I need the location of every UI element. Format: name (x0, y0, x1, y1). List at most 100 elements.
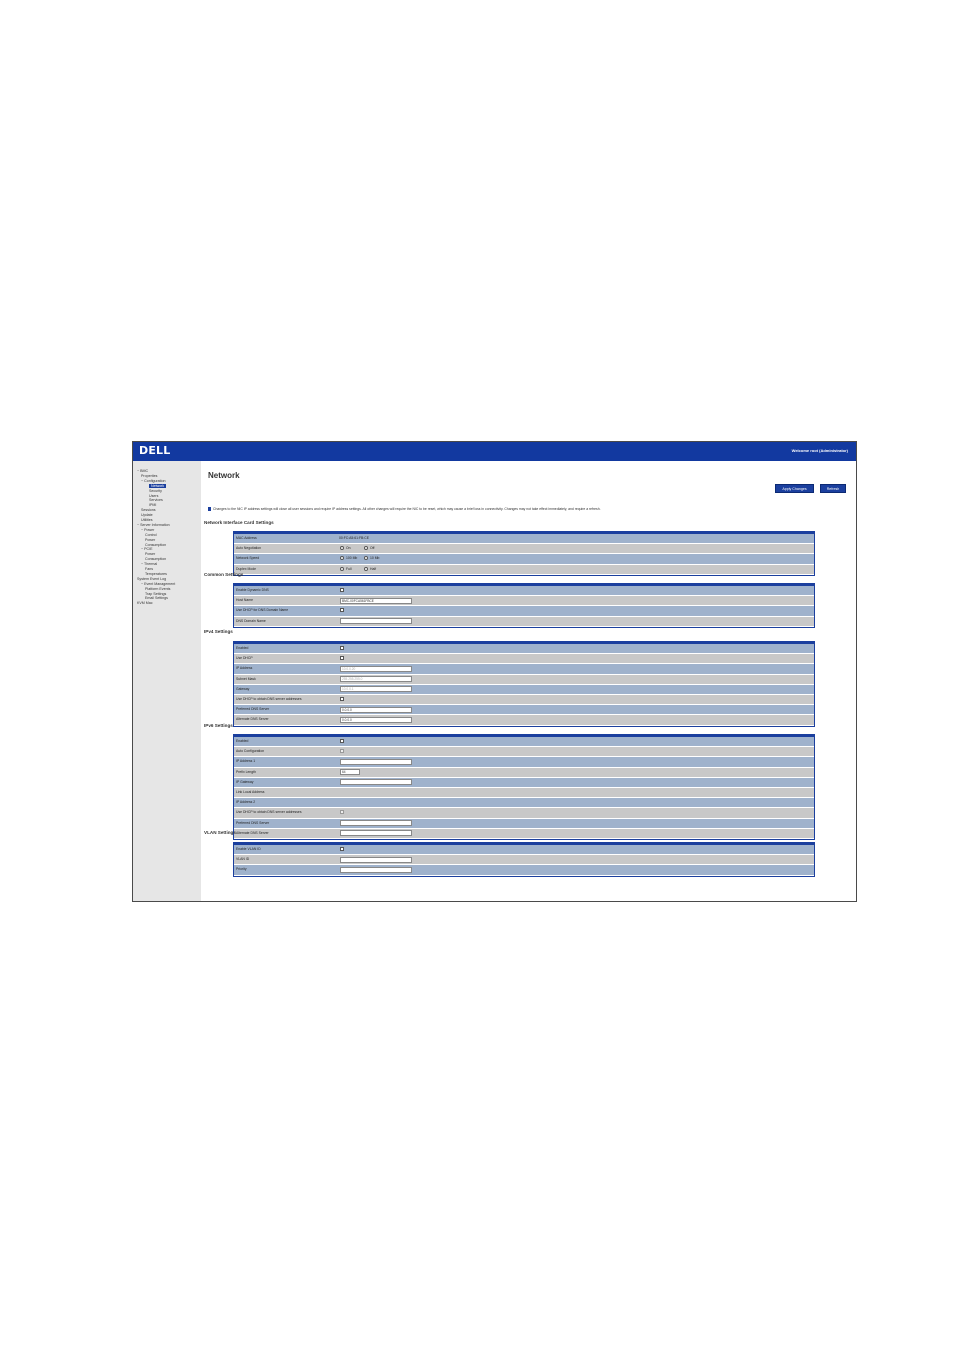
ipv4-enabled-checkbox[interactable] (340, 646, 344, 650)
speed-10-radio[interactable] (364, 556, 368, 561)
duplex-full-radio[interactable] (340, 566, 344, 571)
table-row: Use DHCP (234, 654, 814, 665)
sidebar-item-control[interactable]: Control (145, 533, 157, 537)
ipv6-address-1-input[interactable] (340, 758, 412, 765)
table-row: Enabled (234, 737, 814, 748)
auto-negotiation-on-radio[interactable] (340, 546, 344, 551)
row-label: Subnet Mask (236, 676, 256, 681)
ipv4-address-input[interactable]: 10.0.0.20 (340, 665, 412, 672)
host-name-input[interactable]: BMC-00FCA561FBCE (340, 597, 412, 604)
row-label: Preferred DNS Server (236, 707, 270, 712)
row-label: Auto Configuration (236, 749, 265, 754)
auto-configuration-checkbox[interactable] (340, 749, 344, 754)
row-label: Use DHCP (236, 656, 253, 661)
sidebar-item-network[interactable]: Network (149, 483, 167, 488)
dns-domain-name-input[interactable] (340, 618, 412, 625)
sidebar-item-trap-settings[interactable]: Trap Settings (145, 592, 166, 596)
common-settings-table: Enable Dynamic DNS Host Name BMC-00FCA56… (233, 583, 815, 628)
prefix-length-input[interactable]: 64 (340, 769, 360, 776)
row-label: IP Gateway (236, 779, 254, 784)
sidebar-item-configuration[interactable]: − Configuration (141, 479, 165, 483)
sidebar-item-pcie[interactable]: − PCIE (141, 547, 153, 551)
sidebar-item-consumption[interactable]: Consumption (145, 557, 166, 561)
table-row: Subnet Mask 255.255.255.0 (234, 674, 814, 685)
sidebar-item-consumption[interactable]: Consumption (145, 543, 166, 547)
main-panel: Network Apply Changes Refresh Changes to… (201, 461, 856, 901)
subnet-mask-input[interactable]: 255.255.255.0 (340, 676, 412, 683)
vlan-id-input[interactable] (340, 856, 412, 863)
refresh-button[interactable]: Refresh (820, 484, 846, 493)
dhcp-dns-domain-checkbox[interactable] (340, 608, 344, 613)
radio-label: 100 Mb (346, 556, 358, 561)
ipv4-alternate-dns-input[interactable]: 0.0.0.0 (340, 716, 412, 723)
nic-settings-title: Network Interface Card Settings (204, 520, 274, 525)
priority-input[interactable] (340, 866, 412, 873)
radio-label: Half (370, 566, 377, 571)
sidebar-item-temperatures[interactable]: Temperatures (145, 572, 167, 576)
sidebar-nav: − BMC Properties − Configuration Network Sec… (133, 461, 201, 901)
ipv6-preferred-dns-input[interactable] (340, 820, 412, 826)
table-row: Enable Dynamic DNS (234, 586, 814, 597)
sidebar-item-properties[interactable]: Properties (141, 474, 157, 478)
row-label: Enable VLAN ID (236, 847, 261, 851)
ipv6-dhcp-dns-checkbox[interactable] (340, 810, 344, 815)
sidebar-item-sessions[interactable]: Sessions (141, 508, 156, 512)
row-label: Use DHCP for DNS Domain Name (236, 608, 289, 613)
table-row: Preferred DNS Server 0.0.0.0 (234, 705, 814, 716)
sidebar-item-kvm-mac[interactable]: KVM Mac (137, 601, 153, 605)
sidebar-item-power[interactable]: Power (145, 552, 155, 556)
sidebar-item-thermal[interactable]: − Thermal (141, 562, 157, 566)
ipv4-use-dhcp-checkbox[interactable] (340, 656, 344, 661)
enable-vlan-checkbox[interactable] (340, 847, 344, 851)
ipv4-settings-title: IPv4 Settings (204, 629, 233, 634)
gateway-input[interactable]: 10.0.0.1 (340, 686, 412, 693)
row-label: Alternate DNS Server (236, 830, 269, 835)
table-row: Alternate DNS Server 0.0.0.0 (234, 715, 814, 726)
speed-100-radio[interactable] (340, 556, 344, 561)
sidebar-item-update[interactable]: Update (141, 513, 153, 517)
radio-label: Full (346, 566, 352, 571)
row-label: Use DHCP to obtain DNS server addresses (236, 810, 302, 815)
table-row: Auto Configuration (234, 747, 814, 758)
ipv4-preferred-dns-input[interactable]: 0.0.0.0 (340, 706, 412, 713)
sidebar-item-bmc[interactable]: − BMC (137, 469, 148, 473)
sidebar-item-fans[interactable]: Fans (145, 567, 153, 571)
sidebar-item-utilities[interactable]: Utilities (141, 518, 153, 522)
sidebar-item-ipmi[interactable]: IPMI (149, 503, 156, 507)
sidebar-item-server-information[interactable]: − Server Information (137, 523, 170, 527)
ipv6-enabled-checkbox[interactable] (340, 739, 344, 743)
table-row: Gateway 10.0.0.1 (234, 684, 814, 695)
row-label: Auto Negotiation (236, 546, 262, 551)
sidebar-item-event-management[interactable]: − Event Management (141, 582, 175, 586)
vlan-settings-title: VLAN Settings (204, 830, 236, 835)
ipv6-gateway-input[interactable] (340, 779, 412, 786)
table-row: Prefix Length 64 (234, 767, 814, 778)
info-icon (208, 507, 211, 512)
vlan-settings-table: Enable VLAN ID VLAN ID Priority (233, 842, 815, 877)
notice-text: Changes to the NIC IP address settings w… (213, 507, 601, 511)
sidebar-item-power[interactable]: Power (145, 538, 155, 542)
sidebar-item-security[interactable]: Security (149, 489, 162, 493)
sidebar-item-services[interactable]: Services (149, 498, 163, 502)
table-row: Use DHCP to obtain DNS server addresses (234, 694, 814, 706)
row-label: Alternate DNS Server (236, 717, 269, 722)
sidebar-item-system-event-log[interactable]: System Event Log (137, 577, 166, 581)
duplex-half-radio[interactable] (364, 566, 368, 571)
welcome-text: Welcome root (Administrator) (791, 448, 848, 453)
sidebar-item-email-settings[interactable]: Email Settings (145, 596, 168, 600)
page-title: Network (208, 471, 240, 480)
table-row: Priority (234, 865, 814, 876)
table-row: Use DHCP for DNS Domain Name (234, 606, 814, 617)
sidebar-item-platform-events[interactable]: Platform Events (145, 587, 170, 591)
ipv4-dhcp-dns-checkbox[interactable] (340, 696, 344, 701)
sidebar-item-power[interactable]: − Power (141, 528, 154, 532)
apply-changes-button[interactable]: Apply Changes (775, 484, 814, 493)
table-row: Use DHCP to obtain DNS server addresses (234, 808, 814, 819)
table-row: DNS Domain Name (234, 616, 814, 627)
enable-dynamic-dns-checkbox[interactable] (340, 588, 344, 592)
table-row: IP Gateway (234, 777, 814, 788)
ipv6-alternate-dns-input[interactable] (340, 830, 412, 837)
sidebar-item-users[interactable]: Users (149, 494, 158, 498)
auto-negotiation-off-radio[interactable] (364, 546, 368, 551)
table-row: Alternate DNS Server (234, 828, 814, 839)
